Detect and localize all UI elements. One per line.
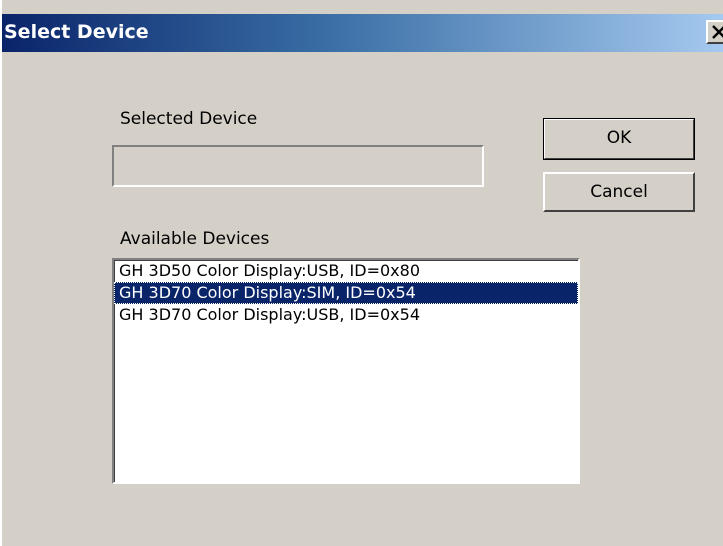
close-icon <box>712 25 723 39</box>
available-devices-list[interactable]: GH 3D50 Color Display:USB, ID=0x80 GH 3D… <box>112 258 580 484</box>
title-bar[interactable]: Select Device <box>2 14 723 52</box>
list-item[interactable]: GH 3D50 Color Display:USB, ID=0x80 <box>114 260 578 282</box>
close-button[interactable] <box>706 20 723 44</box>
window-title: Select Device <box>4 21 149 43</box>
cancel-button[interactable]: Cancel <box>543 172 695 212</box>
selected-device-field <box>112 145 484 187</box>
list-item-selected[interactable]: GH 3D70 Color Display:SIM, ID=0x54 <box>114 282 578 304</box>
selected-device-label: Selected Device <box>120 109 258 129</box>
available-devices-label: Available Devices <box>120 229 270 249</box>
list-item[interactable]: GH 3D70 Color Display:USB, ID=0x54 <box>114 304 578 326</box>
select-device-dialog: Select Device Selected Device OK Cancel … <box>0 0 723 546</box>
ok-button[interactable]: OK <box>543 118 695 160</box>
